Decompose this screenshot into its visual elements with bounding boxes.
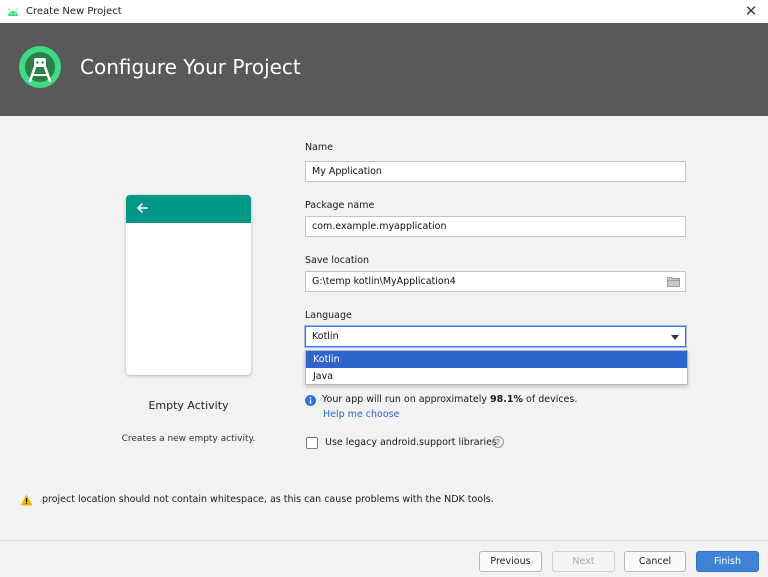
android-studio-logo: [19, 46, 61, 88]
page-title: Configure Your Project: [80, 55, 301, 79]
language-dropdown: Kotlin Java: [305, 350, 688, 385]
warning-message: project location should not contain whit…: [42, 494, 494, 505]
language-value: Kotlin: [312, 331, 339, 342]
legacy-support-label[interactable]: Use legacy android.support libraries: [325, 437, 497, 448]
template-description: Creates a new empty activity.: [121, 434, 256, 444]
name-value: My Application: [312, 166, 382, 177]
coverage-percent: 98.1%: [490, 394, 523, 405]
help-me-choose-link[interactable]: Help me choose: [323, 409, 399, 420]
name-field[interactable]: My Application: [305, 161, 686, 182]
template-preview: [126, 195, 251, 375]
package-value: com.example.myapplication: [312, 221, 447, 232]
package-label: Package name: [305, 200, 375, 211]
preview-appbar: [126, 195, 251, 223]
help-icon[interactable]: ?: [492, 436, 504, 448]
folder-icon[interactable]: [667, 276, 680, 287]
legacy-support-checkbox[interactable]: [306, 437, 318, 449]
cancel-button[interactable]: Cancel: [624, 551, 686, 572]
language-option-kotlin[interactable]: Kotlin: [306, 351, 687, 368]
location-label: Save location: [305, 255, 370, 266]
device-coverage-text: Your app will run on approximately 98.1%…: [322, 394, 577, 405]
finish-button[interactable]: Finish: [696, 551, 759, 572]
coverage-suffix: of devices.: [523, 394, 578, 405]
android-icon: [8, 7, 18, 16]
save-location-field[interactable]: G:\temp kotlin\MyApplication4: [305, 271, 686, 292]
template-name: Empty Activity: [148, 399, 229, 412]
name-label: Name: [305, 142, 334, 153]
language-label: Language: [305, 310, 352, 321]
close-icon: ✕: [744, 2, 758, 20]
window-title: Create New Project: [26, 6, 122, 17]
info-icon: [305, 395, 316, 406]
language-option-java[interactable]: Java: [306, 368, 687, 385]
previous-button[interactable]: Previous: [479, 551, 542, 572]
close-button[interactable]: ✕: [742, 2, 760, 20]
warning-icon: [20, 494, 33, 506]
arrow-left-icon: [137, 203, 148, 213]
chevron-down-icon: [671, 335, 679, 340]
coverage-prefix: Your app will run on approximately: [322, 394, 491, 405]
package-name-field[interactable]: com.example.myapplication: [305, 216, 686, 237]
window-titlebar: Create New Project ✕: [0, 0, 768, 23]
language-select[interactable]: Kotlin: [305, 326, 686, 347]
wizard-header: Configure Your Project: [0, 23, 768, 116]
location-value: G:\temp kotlin\MyApplication4: [312, 276, 456, 287]
next-button[interactable]: Next: [552, 551, 615, 572]
